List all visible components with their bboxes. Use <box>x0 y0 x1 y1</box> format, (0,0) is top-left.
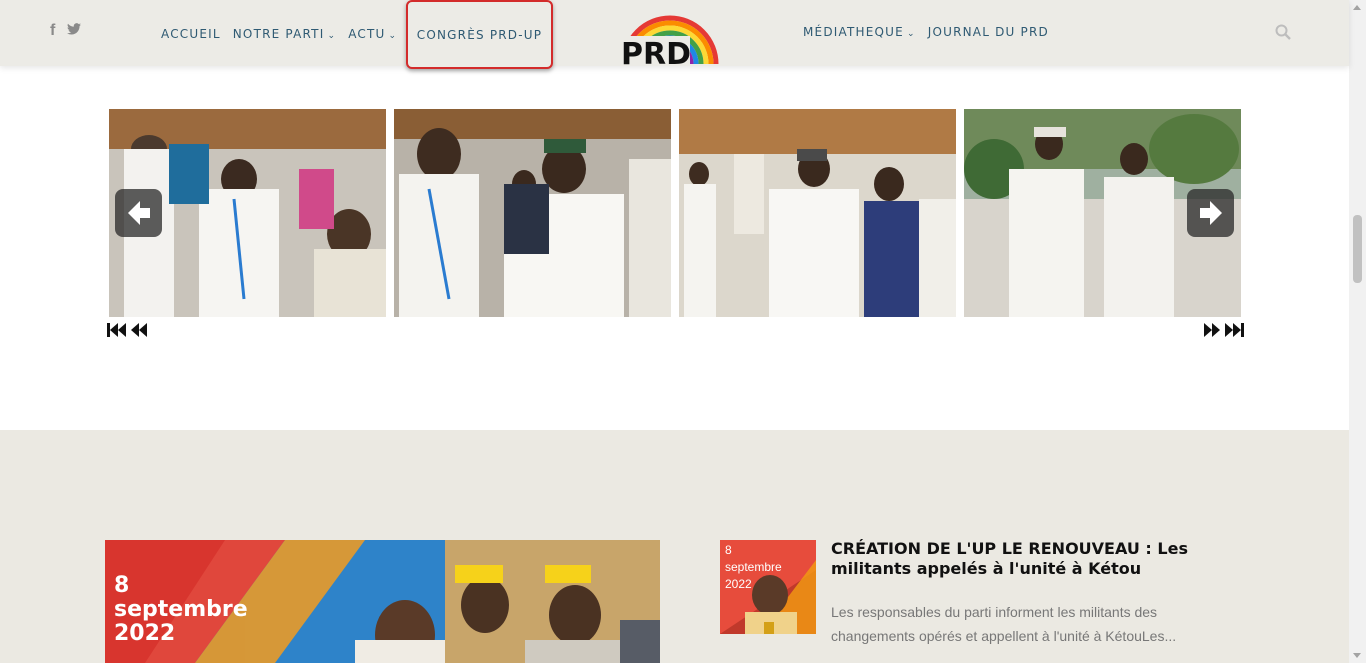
nav-journal-du-prd[interactable]: JOURNAL DU PRD <box>928 25 1049 39</box>
date-year: 2022 <box>114 621 176 646</box>
chevron-down-icon: ⌄ <box>388 31 398 41</box>
facebook-icon[interactable]: f <box>50 22 55 40</box>
nav-journal-label: JOURNAL DU PRD <box>927 25 1049 39</box>
next-page-icon[interactable] <box>1203 322 1220 343</box>
thumbnail-date: 8 septembre 2022 <box>725 542 805 593</box>
featured-article-image[interactable]: 8 septembre 2022 <box>105 540 660 663</box>
gallery-next-button[interactable] <box>1187 189 1234 237</box>
gallery-prev-button[interactable] <box>115 189 162 237</box>
gallery-photo[interactable] <box>964 109 1241 317</box>
date-month: septembre <box>114 597 248 622</box>
nav-congres-label: CONGRÈS PRD-UP <box>416 27 543 42</box>
date-day: 8 <box>725 543 732 557</box>
article-thumbnail[interactable]: 8 septembre 2022 <box>720 540 816 634</box>
featured-article-date: 8 septembre 2022 <box>114 574 274 646</box>
article-excerpt: Les responsables du parti informent les … <box>831 604 1177 644</box>
nav-congres-prd-up[interactable]: CONGRÈS PRD-UP <box>406 0 553 69</box>
date-day: 8 <box>114 573 130 598</box>
prd-logo[interactable]: PRD <box>618 0 722 72</box>
social-links: f <box>50 22 82 40</box>
nav-actu[interactable]: ACTU ⌄ <box>348 27 397 41</box>
nav-notre-parti-label: NOTRE PARTI <box>232 27 325 41</box>
chevron-down-icon: ⌄ <box>906 29 916 39</box>
scroll-up-arrow-icon[interactable] <box>1353 5 1361 10</box>
photo-gallery <box>109 109 1241 317</box>
twitter-icon[interactable] <box>67 22 82 40</box>
gallery-controls-left <box>107 322 148 343</box>
gallery-photo[interactable] <box>679 109 956 317</box>
nav-notre-parti[interactable]: NOTRE PARTI ⌄ <box>233 27 336 41</box>
article-title-link[interactable]: CRÉATION DE L'UP LE RENOUVEAU : Les mili… <box>831 539 1231 579</box>
page-scrollbar[interactable] <box>1349 0 1366 663</box>
gallery-controls-right <box>1203 322 1244 343</box>
first-page-icon[interactable] <box>107 322 127 343</box>
main-nav-right: MÉDIATHEQUE ⌄ JOURNAL DU PRD <box>803 25 1049 39</box>
scroll-thumb[interactable] <box>1353 215 1362 283</box>
arrow-left-icon <box>127 201 150 225</box>
gallery-photo[interactable] <box>394 109 671 317</box>
main-nav-left: ACCUEIL NOTRE PARTI ⌄ ACTU ⌄ <box>161 27 397 41</box>
scroll-down-arrow-icon[interactable] <box>1353 653 1361 658</box>
last-page-icon[interactable] <box>1224 322 1244 343</box>
nav-mediatheque[interactable]: MÉDIATHEQUE ⌄ <box>803 25 916 39</box>
chevron-down-icon: ⌄ <box>327 31 337 41</box>
arrow-right-icon <box>1199 201 1222 225</box>
gallery-photo[interactable] <box>109 109 386 317</box>
search-icon[interactable] <box>1275 24 1291 45</box>
news-section: 8 septembre 2022 8 septembre 2022 CRÉATI… <box>0 430 1349 663</box>
nav-accueil-label: ACCUEIL <box>161 27 221 41</box>
date-month: septembre <box>725 560 782 574</box>
date-year: 2022 <box>725 577 752 591</box>
previous-page-icon[interactable] <box>131 322 148 343</box>
nav-accueil[interactable]: ACCUEIL <box>161 27 221 41</box>
logo-text: PRD <box>621 37 691 66</box>
nav-mediatheque-label: MÉDIATHEQUE <box>803 25 904 39</box>
site-header: f ACCUEIL NOTRE PARTI ⌄ ACTU ⌄ CONGRÈS PRD… <box>0 0 1349 72</box>
nav-actu-label: ACTU <box>348 27 386 41</box>
